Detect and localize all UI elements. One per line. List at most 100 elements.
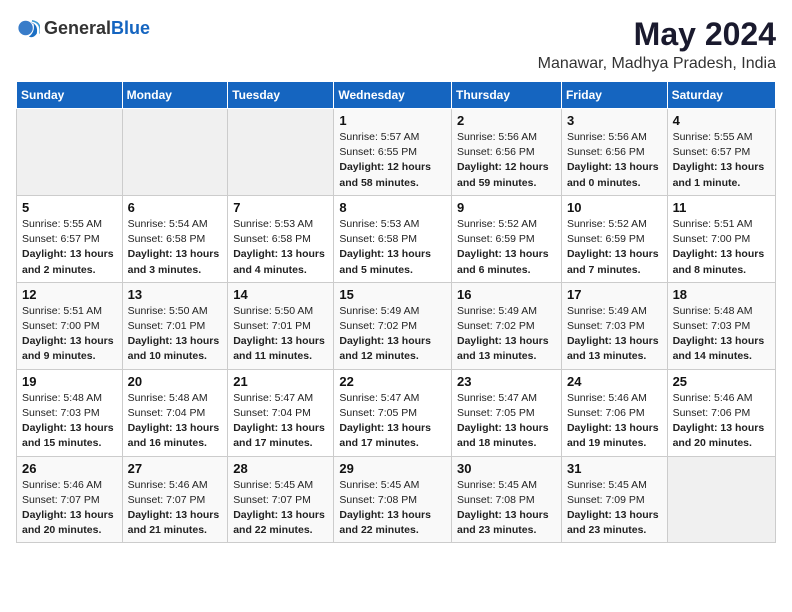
day-info: Sunrise: 5:46 AMSunset: 7:07 PMDaylight:… bbox=[128, 478, 223, 539]
calendar-cell: 30 Sunrise: 5:45 AMSunset: 7:08 PMDayligh… bbox=[452, 456, 562, 543]
day-info: Sunrise: 5:45 AMSunset: 7:09 PMDaylight:… bbox=[567, 478, 662, 539]
calendar-week-5: 26 Sunrise: 5:46 AMSunset: 7:07 PMDayligh… bbox=[17, 456, 776, 543]
day-info: Sunrise: 5:46 AMSunset: 7:06 PMDaylight:… bbox=[673, 391, 770, 452]
calendar-cell: 26Sunrise: 5:46 AMSunset: 7:07 PMDayligh… bbox=[17, 456, 123, 543]
calendar-cell: 19 Sunrise: 5:48 AMSunset: 7:03 PMDayligh… bbox=[17, 369, 123, 456]
logo-icon bbox=[16, 16, 40, 40]
calendar-cell: 18 Sunrise: 5:48 AMSunset: 7:03 PMDayligh… bbox=[667, 282, 775, 369]
calendar-cell bbox=[228, 109, 334, 196]
column-header-sunday: Sunday bbox=[17, 82, 123, 109]
day-number: 23 bbox=[457, 374, 556, 389]
day-info: Sunrise: 5:49 AMSunset: 7:02 PMDaylight:… bbox=[339, 304, 446, 365]
day-info: Sunrise: 5:56 AMSunset: 6:56 PMDaylight:… bbox=[457, 130, 556, 191]
day-info: Sunrise: 5:55 AMSunset: 6:57 PMDaylight:… bbox=[22, 217, 117, 278]
day-number: 17 bbox=[567, 287, 662, 302]
day-info: Sunrise: 5:45 AMSunset: 7:08 PMDaylight:… bbox=[457, 478, 556, 539]
calendar-week-3: 12 Sunrise: 5:51 AMSunset: 7:00 PMDayligh… bbox=[17, 282, 776, 369]
day-info: Sunrise: 5:49 AMSunset: 7:03 PMDaylight:… bbox=[567, 304, 662, 365]
day-number: 20 bbox=[128, 374, 223, 389]
day-info: Sunrise: 5:48 AMSunset: 7:04 PMDaylight:… bbox=[128, 391, 223, 452]
calendar-cell: 4 Sunrise: 5:55 AMSunset: 6:57 PMDaylight… bbox=[667, 109, 775, 196]
day-number: 24 bbox=[567, 374, 662, 389]
day-number: 8 bbox=[339, 200, 446, 215]
logo: GeneralBlue bbox=[16, 16, 150, 40]
day-info: Sunrise: 5:52 AMSunset: 6:59 PMDaylight:… bbox=[457, 217, 556, 278]
day-info: Sunrise: 5:48 AMSunset: 7:03 PMDaylight:… bbox=[673, 304, 770, 365]
day-info: Sunrise: 5:51 AMSunset: 7:00 PMDaylight:… bbox=[673, 217, 770, 278]
calendar-cell: 12 Sunrise: 5:51 AMSunset: 7:00 PMDayligh… bbox=[17, 282, 123, 369]
calendar-cell: 6Sunrise: 5:54 AMSunset: 6:58 PMDaylight… bbox=[122, 195, 228, 282]
day-number: 11 bbox=[673, 200, 770, 215]
calendar-week-4: 19 Sunrise: 5:48 AMSunset: 7:03 PMDayligh… bbox=[17, 369, 776, 456]
day-number: 27 bbox=[128, 461, 223, 476]
calendar-cell: 7 Sunrise: 5:53 AMSunset: 6:58 PMDaylight… bbox=[228, 195, 334, 282]
calendar-cell: 11 Sunrise: 5:51 AMSunset: 7:00 PMDayligh… bbox=[667, 195, 775, 282]
calendar-cell: 31 Sunrise: 5:45 AMSunset: 7:09 PMDayligh… bbox=[561, 456, 667, 543]
day-number: 19 bbox=[22, 374, 117, 389]
day-number: 22 bbox=[339, 374, 446, 389]
calendar-cell: 17 Sunrise: 5:49 AMSunset: 7:03 PMDayligh… bbox=[561, 282, 667, 369]
column-header-tuesday: Tuesday bbox=[228, 82, 334, 109]
day-number: 12 bbox=[22, 287, 117, 302]
calendar-cell: 8 Sunrise: 5:53 AMSunset: 6:58 PMDaylight… bbox=[334, 195, 452, 282]
day-info: Sunrise: 5:57 AMSunset: 6:55 PMDaylight:… bbox=[339, 130, 446, 191]
day-number: 6 bbox=[128, 200, 223, 215]
day-number: 25 bbox=[673, 374, 770, 389]
calendar-table: SundayMondayTuesdayWednesdayThursdayFrid… bbox=[16, 81, 776, 543]
calendar-cell: 2 Sunrise: 5:56 AMSunset: 6:56 PMDaylight… bbox=[452, 109, 562, 196]
day-number: 7 bbox=[233, 200, 328, 215]
day-number: 26 bbox=[22, 461, 117, 476]
calendar-cell bbox=[122, 109, 228, 196]
day-info: Sunrise: 5:47 AMSunset: 7:05 PMDaylight:… bbox=[457, 391, 556, 452]
calendar-week-1: 1 Sunrise: 5:57 AMSunset: 6:55 PMDaylight… bbox=[17, 109, 776, 196]
calendar-week-2: 5 Sunrise: 5:55 AMSunset: 6:57 PMDaylight… bbox=[17, 195, 776, 282]
calendar-cell: 9 Sunrise: 5:52 AMSunset: 6:59 PMDaylight… bbox=[452, 195, 562, 282]
calendar-cell: 27 Sunrise: 5:46 AMSunset: 7:07 PMDayligh… bbox=[122, 456, 228, 543]
calendar-cell: 15Sunrise: 5:49 AMSunset: 7:02 PMDayligh… bbox=[334, 282, 452, 369]
day-number: 4 bbox=[673, 113, 770, 128]
calendar-cell bbox=[667, 456, 775, 543]
subtitle: Manawar, Madhya Pradesh, India bbox=[538, 55, 776, 73]
day-number: 18 bbox=[673, 287, 770, 302]
title-block: May 2024 Manawar, Madhya Pradesh, India bbox=[538, 16, 776, 73]
day-number: 14 bbox=[233, 287, 328, 302]
day-number: 9 bbox=[457, 200, 556, 215]
column-header-wednesday: Wednesday bbox=[334, 82, 452, 109]
day-info: Sunrise: 5:50 AMSunset: 7:01 PMDaylight:… bbox=[128, 304, 223, 365]
day-info: Sunrise: 5:51 AMSunset: 7:00 PMDaylight:… bbox=[22, 304, 117, 365]
column-header-friday: Friday bbox=[561, 82, 667, 109]
calendar-cell bbox=[17, 109, 123, 196]
logo-blue: Blue bbox=[111, 18, 150, 38]
day-info: Sunrise: 5:47 AMSunset: 7:04 PMDaylight:… bbox=[233, 391, 328, 452]
calendar-body: 1 Sunrise: 5:57 AMSunset: 6:55 PMDaylight… bbox=[17, 109, 776, 543]
day-info: Sunrise: 5:52 AMSunset: 6:59 PMDaylight:… bbox=[567, 217, 662, 278]
day-number: 28 bbox=[233, 461, 328, 476]
calendar-cell: 16Sunrise: 5:49 AMSunset: 7:02 PMDayligh… bbox=[452, 282, 562, 369]
calendar-cell: 23 Sunrise: 5:47 AMSunset: 7:05 PMDayligh… bbox=[452, 369, 562, 456]
day-info: Sunrise: 5:48 AMSunset: 7:03 PMDaylight:… bbox=[22, 391, 117, 452]
day-number: 10 bbox=[567, 200, 662, 215]
calendar-cell: 20 Sunrise: 5:48 AMSunset: 7:04 PMDayligh… bbox=[122, 369, 228, 456]
day-info: Sunrise: 5:53 AMSunset: 6:58 PMDaylight:… bbox=[233, 217, 328, 278]
calendar-cell: 29Sunrise: 5:45 AMSunset: 7:08 PMDayligh… bbox=[334, 456, 452, 543]
day-info: Sunrise: 5:47 AMSunset: 7:05 PMDaylight:… bbox=[339, 391, 446, 452]
calendar-cell: 14Sunrise: 5:50 AMSunset: 7:01 PMDayligh… bbox=[228, 282, 334, 369]
day-info: Sunrise: 5:53 AMSunset: 6:58 PMDaylight:… bbox=[339, 217, 446, 278]
day-number: 29 bbox=[339, 461, 446, 476]
column-header-thursday: Thursday bbox=[452, 82, 562, 109]
day-number: 2 bbox=[457, 113, 556, 128]
day-number: 5 bbox=[22, 200, 117, 215]
calendar-cell: 22 Sunrise: 5:47 AMSunset: 7:05 PMDayligh… bbox=[334, 369, 452, 456]
day-info: Sunrise: 5:45 AMSunset: 7:07 PMDaylight:… bbox=[233, 478, 328, 539]
day-number: 30 bbox=[457, 461, 556, 476]
day-number: 3 bbox=[567, 113, 662, 128]
day-info: Sunrise: 5:55 AMSunset: 6:57 PMDaylight:… bbox=[673, 130, 770, 191]
calendar-cell: 28 Sunrise: 5:45 AMSunset: 7:07 PMDayligh… bbox=[228, 456, 334, 543]
day-number: 31 bbox=[567, 461, 662, 476]
day-number: 13 bbox=[128, 287, 223, 302]
day-info: Sunrise: 5:49 AMSunset: 7:02 PMDaylight:… bbox=[457, 304, 556, 365]
day-number: 1 bbox=[339, 113, 446, 128]
calendar-header-row: SundayMondayTuesdayWednesdayThursdayFrid… bbox=[17, 82, 776, 109]
calendar-cell: 24Sunrise: 5:46 AMSunset: 7:06 PMDayligh… bbox=[561, 369, 667, 456]
calendar-cell: 5 Sunrise: 5:55 AMSunset: 6:57 PMDaylight… bbox=[17, 195, 123, 282]
